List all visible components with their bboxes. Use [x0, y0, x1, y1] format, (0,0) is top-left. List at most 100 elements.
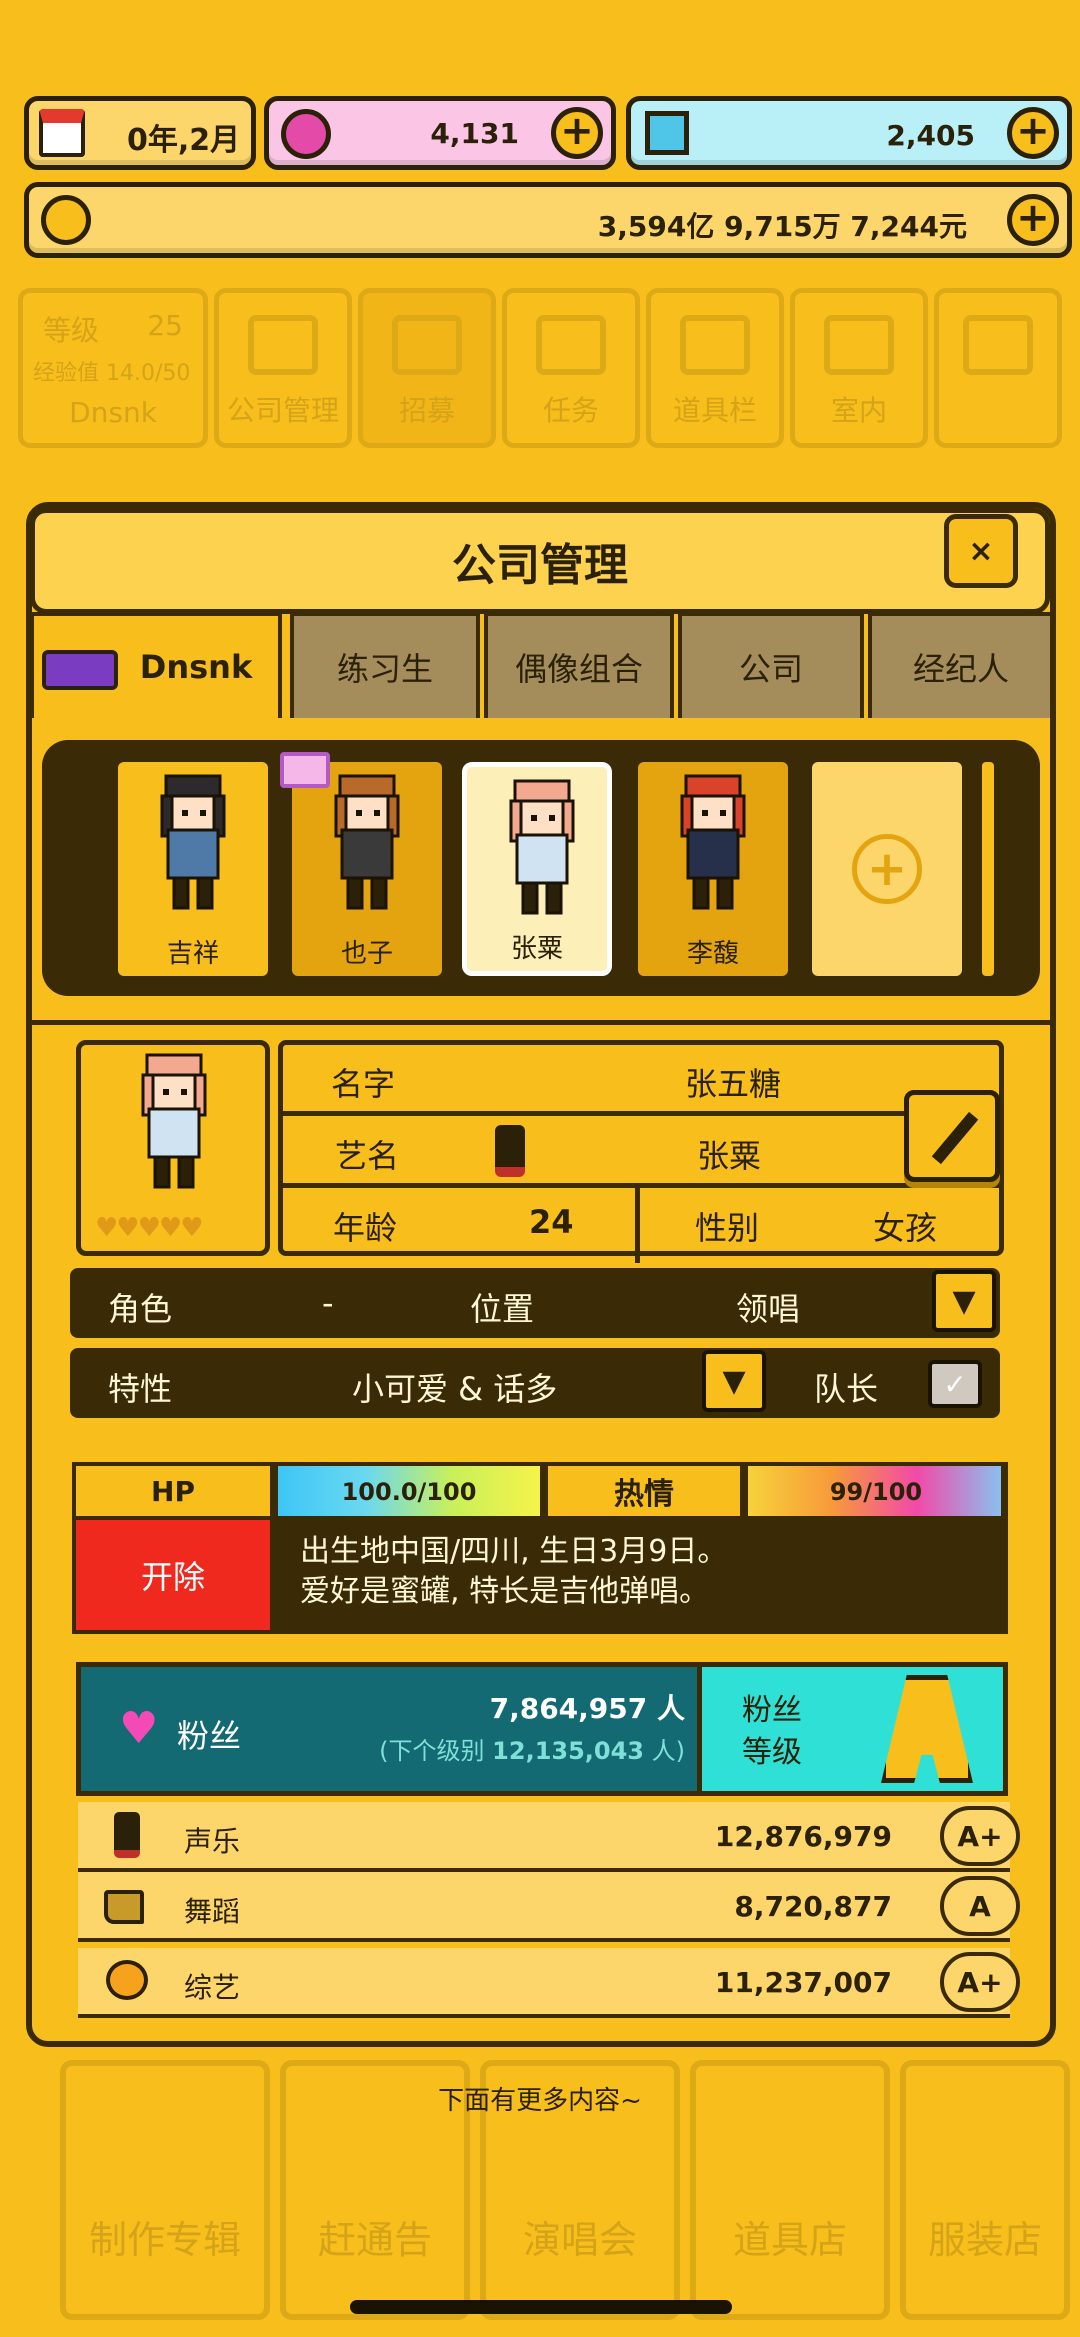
trait-row: 特性 小可爱 & 话多 队长 — [70, 1348, 1000, 1418]
pink-currency-value: 4,131 — [430, 117, 519, 150]
edit-name-button[interactable] — [904, 1090, 1000, 1182]
stat-row-dance: 舞蹈 8,720,877 A — [78, 1872, 1020, 1942]
stat-grade: A+ — [940, 1806, 1020, 1866]
fans-count: 7,864,957 人 — [489, 1692, 685, 1725]
microphone-icon — [495, 1125, 525, 1177]
bg-player-name: Dnsnk — [69, 396, 157, 429]
heart-icon: ♥ — [119, 1703, 159, 1754]
fire-button[interactable]: 开除 — [76, 1520, 274, 1630]
home-indicator — [350, 2300, 732, 2314]
add-character-card[interactable]: + — [812, 762, 962, 976]
bg-tile-inventory: 道具栏 — [646, 288, 784, 448]
check-icon: ✓ — [943, 1367, 967, 1401]
role-value: - — [322, 1284, 334, 1322]
character-sprite — [509, 779, 575, 915]
leader-checkbox[interactable]: ✓ — [928, 1360, 982, 1408]
fans-next-level: (下个级别 12,135,043 人) — [379, 1737, 685, 1765]
bio-line-1: 出生地中国/四川, 生日3月9日。 — [300, 1534, 728, 1569]
bio-line-2: 爱好是蜜罐, 特长是吉他弹唱。 — [300, 1574, 710, 1609]
blue-currency-value: 2,405 — [886, 119, 975, 152]
add-pink-currency-button[interactable] — [551, 107, 603, 159]
hp-label-cell: HP — [76, 1466, 274, 1516]
blue-currency-bar: 2,405 — [626, 96, 1072, 170]
tab-trainee[interactable]: 练习生 — [290, 612, 480, 718]
character-name: 张粟 — [510, 934, 563, 964]
bg-player-panel: 等级 25 经验值 14.0/50 Dnsnk — [18, 288, 208, 448]
calendar-icon — [39, 109, 85, 157]
character-name: 李馥 — [686, 939, 739, 969]
add-circle-icon: + — [852, 834, 922, 904]
gender-value: 女孩 — [873, 1209, 938, 1247]
character-card[interactable]: 吉祥 — [118, 762, 268, 976]
section-divider — [26, 1020, 1056, 1025]
position-label: 位置 — [470, 1290, 535, 1328]
stat-value: 11,237,007 — [714, 1966, 892, 1999]
money-bar: 3,594亿 9,715万 7,244元 — [24, 182, 1072, 258]
stat-value: 12,876,979 — [714, 1820, 892, 1853]
name-value: 张五糖 — [685, 1065, 782, 1103]
hp-value: 100.0/100 — [341, 1478, 477, 1506]
pink-currency-bar: 4,131 — [264, 96, 616, 170]
stat-grade: A+ — [940, 1952, 1020, 2012]
passion-bar: 99/100 — [748, 1466, 1004, 1516]
add-money-button[interactable] — [1007, 194, 1059, 246]
bg-tile-quest: 任务 — [502, 288, 640, 448]
character-card[interactable]: 也子 — [280, 752, 442, 976]
position-dropdown-button[interactable]: ▼ — [932, 1270, 996, 1332]
tab-idol-group[interactable]: 偶像组合 — [484, 612, 674, 718]
age-value: 24 — [529, 1203, 574, 1241]
smile-icon — [106, 1960, 148, 2000]
bg-exp-label: 经验值 14.0/50 — [33, 361, 191, 386]
hearts-rating: ♥♥♥♥♥ — [95, 1213, 204, 1243]
age-label: 年龄 — [333, 1209, 398, 1247]
passion-label-cell: 热情 — [544, 1466, 744, 1516]
bg-tile-recruit: 招募 — [358, 288, 496, 448]
hp-label: HP — [151, 1474, 195, 1508]
character-card[interactable]: 李馥 — [638, 762, 788, 976]
trait-dropdown-button[interactable]: ▼ — [702, 1350, 766, 1412]
tab-label: Dnsnk — [139, 648, 253, 686]
stage-name-label: 艺名 — [335, 1137, 400, 1175]
pink-gem-icon — [281, 109, 331, 159]
fans-label: 粉丝 — [177, 1717, 242, 1755]
role-label: 角色 — [108, 1290, 173, 1328]
modal-title: 公司管理 — [30, 508, 1050, 614]
chevron-down-icon: ▼ — [722, 1363, 746, 1399]
close-button[interactable]: × — [944, 514, 1018, 588]
character-sprite-wrap — [322, 772, 412, 922]
character-sprite — [680, 774, 746, 910]
trait-value: 小可爱 & 话多 — [352, 1370, 558, 1408]
coin-icon — [41, 195, 91, 245]
stat-label: 声乐 — [184, 1825, 241, 1858]
pencil-icon — [931, 1111, 979, 1165]
passion-value: 99/100 — [829, 1478, 923, 1506]
stat-grade: A — [940, 1876, 1020, 1936]
stage-name-value: 张粟 — [697, 1137, 762, 1175]
bio-text: 出生地中国/四川, 生日3月9日。 爱好是蜜罐, 特长是吉他弹唱。 — [300, 1532, 727, 1612]
character-sprite-wrap — [668, 772, 758, 922]
name-label: 名字 — [331, 1065, 396, 1103]
modal-title-text: 公司管理 — [452, 540, 628, 591]
stat-label: 舞蹈 — [184, 1895, 241, 1928]
chevron-down-icon: ▼ — [952, 1283, 976, 1319]
gender-label: 性别 — [695, 1209, 760, 1247]
stat-row-vocal: 声乐 12,876,979 A+ — [78, 1802, 1020, 1872]
character-card-selected[interactable]: 张粟 — [462, 762, 612, 976]
bg-tile-company: 公司管理 — [214, 288, 352, 448]
character-sprite — [334, 774, 400, 910]
fans-panel: ♥ 粉丝 7,864,957 人 (下个级别 12,135,043 人) 粉丝 … — [76, 1662, 1008, 1796]
character-name: 也子 — [340, 939, 393, 969]
character-sprite — [160, 774, 226, 910]
money-value: 3,594亿 9,715万 7,244元 — [597, 210, 967, 243]
fans-level-label-1: 粉丝 — [742, 1693, 802, 1728]
add-blue-currency-button[interactable] — [1007, 107, 1059, 159]
character-sprite-wrap — [497, 777, 587, 927]
character-portrait — [129, 1051, 219, 1201]
date-bar: 0年,2月 — [24, 96, 256, 170]
tab-company[interactable]: 公司 — [678, 612, 864, 718]
portrait-frame: ♥♥♥♥♥ — [76, 1040, 270, 1256]
character-sprite — [141, 1053, 207, 1189]
tab-manager[interactable]: 经纪人 — [868, 612, 1054, 718]
date-value: 0年,2月 — [127, 123, 241, 158]
tab-dnsnk[interactable]: Dnsnk — [30, 612, 282, 718]
